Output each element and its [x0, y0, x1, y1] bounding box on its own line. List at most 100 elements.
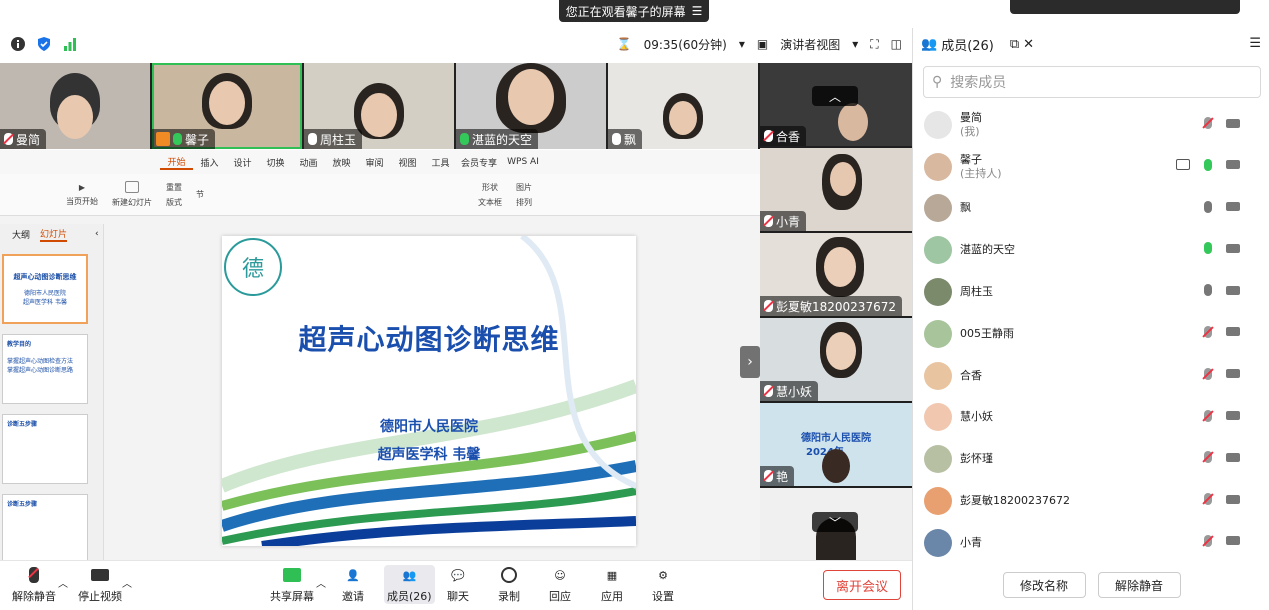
- new-slide-icon[interactable]: [125, 181, 139, 193]
- menu-icon[interactable]: ☰: [1249, 36, 1261, 51]
- camera-icon[interactable]: [1226, 327, 1240, 337]
- camera-icon[interactable]: [1226, 202, 1240, 212]
- members-button[interactable]: 👥 成员(26): [384, 565, 435, 604]
- member-row[interactable]: 合香: [913, 355, 1269, 397]
- current-slide[interactable]: 德 超声心动图诊断思维 德阳市人民医院 超声医学科 韦馨: [222, 236, 636, 546]
- chevron-up-icon[interactable]: ︿: [316, 575, 326, 590]
- mic-muted-icon[interactable]: [1204, 534, 1212, 547]
- settings-button[interactable]: ⚙ 设置: [652, 565, 674, 604]
- invite-button[interactable]: 👤 邀请: [342, 565, 364, 604]
- signal-icon[interactable]: [62, 36, 78, 52]
- close-icon[interactable]: ✕: [1023, 37, 1034, 52]
- popout-icon[interactable]: ⧉: [1010, 37, 1019, 52]
- member-row[interactable]: 彭夏敏18200237672: [913, 480, 1269, 522]
- menu-item[interactable]: 设计: [226, 156, 259, 169]
- menu-item[interactable]: 会员专享: [457, 156, 501, 169]
- leave-meeting-button[interactable]: 离开会议: [823, 570, 901, 600]
- next-slide-button[interactable]: ›: [740, 346, 760, 378]
- video-tile[interactable]: 馨子: [152, 63, 302, 149]
- chevron-down-icon[interactable]: ▾: [739, 37, 745, 51]
- chevron-down-icon[interactable]: ▾: [852, 37, 858, 51]
- ribbon-label[interactable]: 排列: [516, 197, 532, 208]
- member-row[interactable]: 湛蓝的天空: [913, 229, 1269, 271]
- mic-muted-icon[interactable]: [1204, 325, 1212, 338]
- menu-item[interactable]: 开始: [160, 155, 193, 170]
- menu-item[interactable]: 视图: [391, 156, 424, 169]
- chevron-up-icon[interactable]: ︿: [58, 575, 68, 590]
- video-tile[interactable]: 小青: [760, 148, 912, 231]
- mic-muted-icon[interactable]: [1204, 451, 1212, 464]
- scroll-down-button[interactable]: ﹀: [812, 512, 858, 532]
- mic-icon[interactable]: [1204, 284, 1212, 297]
- ribbon-label[interactable]: 文本框: [478, 197, 502, 208]
- slide-thumbnail[interactable]: 诊断五步骤: [2, 494, 88, 560]
- slide-thumbnail[interactable]: 超声心动图诊断思维 德阳市人民医院 超声医学科 韦馨: [2, 254, 88, 324]
- menu-item[interactable]: 放映: [325, 156, 358, 169]
- chevron-left-icon[interactable]: ‹: [95, 229, 99, 239]
- member-row[interactable]: 005王静雨: [913, 313, 1269, 355]
- chat-button[interactable]: 💬 聊天: [447, 565, 469, 604]
- member-row[interactable]: 慧小妖: [913, 397, 1269, 439]
- member-row[interactable]: 周柱玉: [913, 271, 1269, 313]
- apps-button[interactable]: ▦ 应用: [601, 565, 623, 604]
- chevron-up-icon[interactable]: ︿: [122, 575, 132, 590]
- view-mode-select[interactable]: 演讲者视图: [780, 36, 840, 53]
- menu-item[interactable]: 审阅: [358, 156, 391, 169]
- camera-icon[interactable]: [1226, 285, 1240, 295]
- camera-icon[interactable]: [1226, 411, 1240, 421]
- menu-icon[interactable]: ☰: [692, 4, 703, 18]
- member-row[interactable]: 小青: [913, 522, 1269, 564]
- scroll-up-button[interactable]: ︿: [812, 86, 858, 106]
- slide-thumbnail[interactable]: 诊断五步骤: [2, 414, 88, 484]
- video-tile[interactable]: 湛蓝的天空: [456, 63, 606, 149]
- search-input[interactable]: ⚲ 搜索成员: [923, 66, 1261, 98]
- tab-slides[interactable]: 幻灯片: [40, 227, 68, 242]
- unmute-all-button[interactable]: 解除静音: [1097, 572, 1181, 598]
- video-tile[interactable]: 周柱玉: [304, 63, 454, 149]
- member-row[interactable]: 曼简 (我): [913, 104, 1269, 146]
- react-button[interactable]: ☺ 回应: [549, 565, 571, 604]
- video-tile[interactable]: 慧小妖: [760, 318, 912, 401]
- video-tile[interactable]: 彭夏敏18200237672: [760, 233, 912, 316]
- camera-icon[interactable]: [1226, 494, 1240, 504]
- share-screen-button[interactable]: 共享屏幕: [270, 565, 314, 604]
- menu-item[interactable]: 切换: [259, 156, 292, 169]
- mic-muted-icon[interactable]: [1204, 367, 1212, 380]
- tab-outline[interactable]: 大纲: [12, 228, 30, 241]
- ribbon-label[interactable]: 形状: [482, 182, 498, 193]
- fullscreen-icon[interactable]: ⛶: [870, 37, 878, 52]
- ribbon-label[interactable]: 新建幻灯片: [112, 197, 152, 208]
- camera-icon[interactable]: [1226, 536, 1240, 546]
- video-tile[interactable]: 德阳市人民医院 2024年 艳: [760, 403, 912, 486]
- camera-icon[interactable]: [1226, 369, 1240, 379]
- ribbon-label[interactable]: 当页开始: [66, 196, 98, 207]
- camera-icon[interactable]: [1226, 452, 1240, 462]
- camera-icon[interactable]: [1226, 160, 1240, 170]
- unmute-button[interactable]: 解除静音: [12, 565, 56, 604]
- mic-muted-icon[interactable]: [1204, 493, 1212, 506]
- mic-muted-icon[interactable]: [1204, 409, 1212, 422]
- mic-muted-icon[interactable]: [1204, 117, 1212, 129]
- member-row[interactable]: 彭怀瑾: [913, 438, 1269, 480]
- video-tile[interactable]: 飘: [608, 63, 758, 149]
- video-tile[interactable]: 曼简: [0, 63, 150, 149]
- member-row[interactable]: 馨子 (主持人): [913, 146, 1269, 188]
- play-icon[interactable]: ▶: [79, 183, 85, 192]
- split-panel-icon[interactable]: ◫: [891, 37, 902, 51]
- mic-icon[interactable]: [1204, 158, 1212, 171]
- stop-video-button[interactable]: 停止视频: [78, 565, 122, 604]
- menu-item[interactable]: 插入: [193, 156, 226, 169]
- ribbon-label[interactable]: 重置: [166, 182, 182, 193]
- camera-icon[interactable]: [1226, 243, 1240, 253]
- mic-icon[interactable]: [1204, 242, 1212, 255]
- mic-icon[interactable]: [1204, 200, 1212, 213]
- member-row[interactable]: 飘: [913, 188, 1269, 230]
- shield-icon[interactable]: [36, 36, 52, 52]
- menu-item[interactable]: 工具: [424, 156, 457, 169]
- menu-item[interactable]: WPS AI: [501, 157, 545, 167]
- camera-icon[interactable]: [1226, 118, 1240, 128]
- rename-button[interactable]: 修改名称: [1002, 572, 1086, 598]
- ribbon-label[interactable]: 图片: [516, 182, 532, 193]
- ribbon-label[interactable]: 版式: [166, 197, 182, 208]
- menu-item[interactable]: 动画: [292, 156, 325, 169]
